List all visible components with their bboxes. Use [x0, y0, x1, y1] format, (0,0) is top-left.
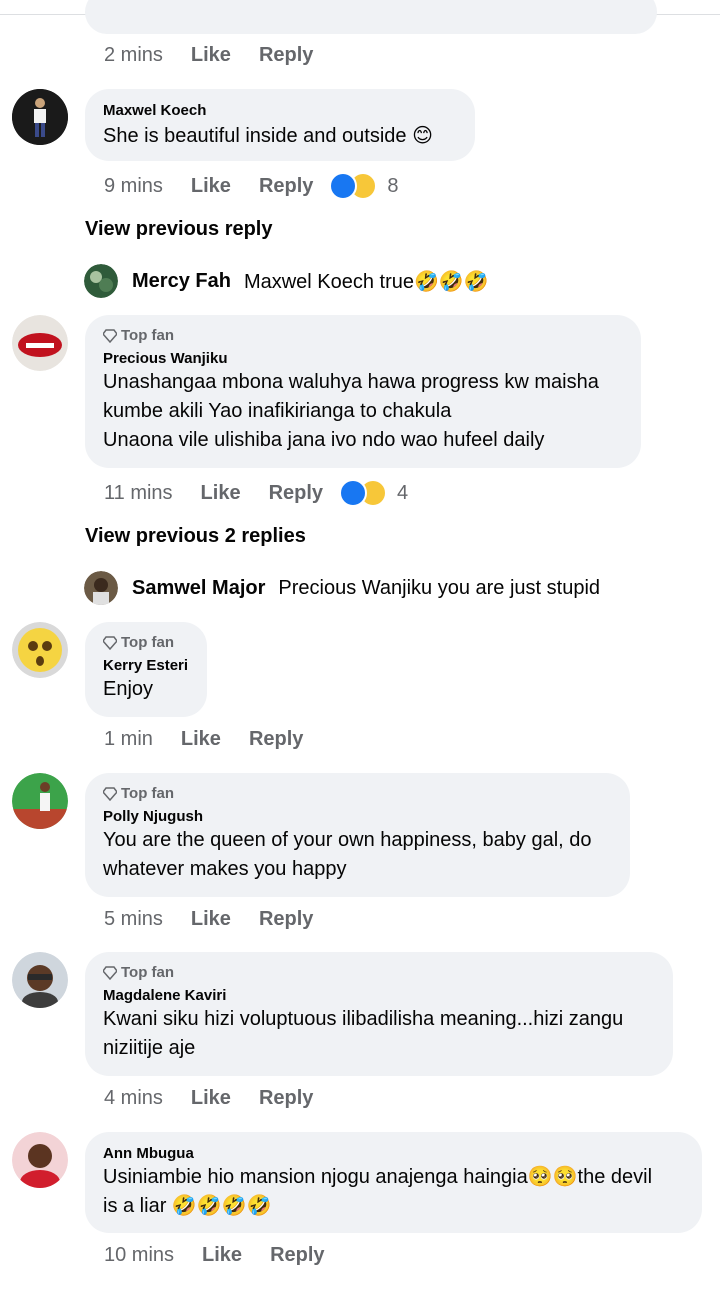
timestamp: 4 mins: [104, 1087, 163, 1109]
commenter-name[interactable]: Maxwel Koech: [103, 102, 457, 120]
reply-button[interactable]: Reply: [259, 908, 313, 931]
comment-text-line: niziitije aje: [103, 1037, 196, 1059]
comment-meta: 2 mins Like Reply: [104, 44, 313, 67]
reaction-count: 8: [387, 174, 399, 197]
comment-text-line: is a liar 🤣🤣🤣🤣: [103, 1195, 272, 1217]
like-button[interactable]: Like: [191, 1087, 231, 1110]
diamond-icon: [103, 329, 117, 343]
diamond-icon: [103, 787, 117, 801]
like-button[interactable]: Like: [191, 908, 231, 931]
comment-meta: 4 mins Like Reply: [104, 1087, 313, 1110]
avatar[interactable]: [12, 622, 68, 678]
timestamp: 9 mins: [104, 174, 163, 197]
commenter-name[interactable]: Ann Mbugua: [103, 1145, 684, 1163]
reply-text: Precious Wanjiku you are just stupid: [278, 576, 601, 599]
reply-text: Maxwel Koech true🤣🤣🤣: [243, 270, 489, 293]
like-reaction-icon: [339, 479, 368, 507]
comment-meta: 10 mins Like Reply: [104, 1244, 325, 1267]
reply-preview[interactable]: Samwel Major Precious Wanjiku you are ju…: [84, 571, 600, 605]
reply-button[interactable]: Reply: [249, 728, 303, 751]
like-button[interactable]: Like: [181, 728, 221, 751]
avatar[interactable]: [12, 952, 68, 1008]
timestamp: 1 min: [104, 728, 153, 750]
top-fan-label: Top fan: [121, 785, 175, 802]
reply-button[interactable]: Reply: [259, 175, 313, 198]
top-fan-label: Top fan: [121, 634, 175, 651]
reaction-summary[interactable]: 8: [329, 172, 399, 200]
commenter-name[interactable]: Magdalene Kaviri: [103, 987, 655, 1005]
avatar[interactable]: [12, 315, 68, 371]
reaction-summary[interactable]: 4: [339, 479, 408, 507]
comment-text-line: Kwani siku hizi voluptuous ilibadilisha …: [103, 1008, 624, 1030]
commenter-name[interactable]: Precious Wanjiku: [103, 350, 623, 368]
timestamp: 11 mins: [104, 481, 173, 504]
comment-bubble-cut: [85, 0, 657, 34]
reply-preview[interactable]: Mercy Fah Maxwel Koech true🤣🤣🤣: [84, 264, 489, 298]
avatar[interactable]: [12, 773, 68, 829]
top-fan-badge: Top fan: [103, 785, 612, 803]
comment-bubble: Top fan Precious Wanjiku Unashangaa mbon…: [85, 315, 641, 468]
comment-meta: 5 mins Like Reply: [104, 908, 313, 931]
comment-bubble: Top fan Magdalene Kaviri Kwani siku hizi…: [85, 952, 673, 1076]
like-button[interactable]: Like: [191, 175, 231, 198]
timestamp: 10 mins: [104, 1244, 175, 1266]
comment-bubble: Top fan Polly Njugush You are the queen …: [85, 773, 630, 897]
like-button[interactable]: Like: [191, 44, 231, 67]
comment-text: Enjoy: [103, 678, 154, 700]
reply-author[interactable]: Samwel Major: [132, 577, 265, 600]
view-previous-reply[interactable]: View previous reply: [85, 218, 273, 241]
comment-text-line: You are the queen of your own happiness,…: [103, 829, 592, 851]
top-fan-badge: Top fan: [103, 964, 655, 982]
top-fan-label: Top fan: [121, 327, 175, 344]
commenter-name[interactable]: Kerry Esteri: [103, 657, 189, 675]
like-button[interactable]: Like: [201, 482, 241, 505]
reaction-count: 4: [397, 481, 409, 504]
reply-button[interactable]: Reply: [269, 482, 323, 505]
diamond-icon: [103, 636, 117, 650]
timestamp: 5 mins: [104, 908, 163, 930]
commenter-name[interactable]: Polly Njugush: [103, 808, 612, 826]
reply-author[interactable]: Mercy Fah: [132, 270, 231, 293]
comment-bubble: Ann Mbugua Usiniambie hio mansion njogu …: [85, 1132, 702, 1233]
diamond-icon: [103, 966, 117, 980]
comment-text-line: whatever makes you happy: [103, 858, 347, 880]
reply-button[interactable]: Reply: [259, 44, 313, 67]
comment-text-line: Usiniambie hio mansion njogu anajenga ha…: [103, 1166, 653, 1188]
comment-text-line: Unashangaa mbona waluhya hawa progress k…: [103, 371, 599, 393]
comment-bubble: Maxwel Koech She is beautiful inside and…: [85, 89, 475, 161]
comment-text-line: kumbe akili Yao inafikirianga to chakula: [103, 400, 452, 422]
timestamp: 2 mins: [104, 44, 163, 66]
like-button[interactable]: Like: [202, 1244, 242, 1267]
comment-text-line: Unaona vile ulishiba jana ivo ndo wao hu…: [103, 429, 545, 451]
top-fan-badge: Top fan: [103, 634, 189, 652]
comment-meta: 1 min Like Reply: [104, 728, 303, 751]
reply-button[interactable]: Reply: [259, 1087, 313, 1110]
comment-meta: 11 mins Like Reply 4: [104, 479, 408, 507]
comment-meta: 9 mins Like Reply 8: [104, 172, 399, 200]
avatar[interactable]: [12, 1132, 68, 1188]
top-fan-label: Top fan: [121, 964, 175, 981]
avatar[interactable]: [84, 571, 118, 605]
avatar[interactable]: [84, 264, 118, 298]
reply-button[interactable]: Reply: [270, 1244, 324, 1267]
top-fan-badge: Top fan: [103, 327, 623, 345]
avatar[interactable]: [12, 89, 68, 145]
comment-text: She is beautiful inside and outside 😊: [103, 125, 433, 147]
comment-bubble: Top fan Kerry Esteri Enjoy: [85, 622, 207, 717]
view-previous-replies[interactable]: View previous 2 replies: [85, 525, 306, 548]
